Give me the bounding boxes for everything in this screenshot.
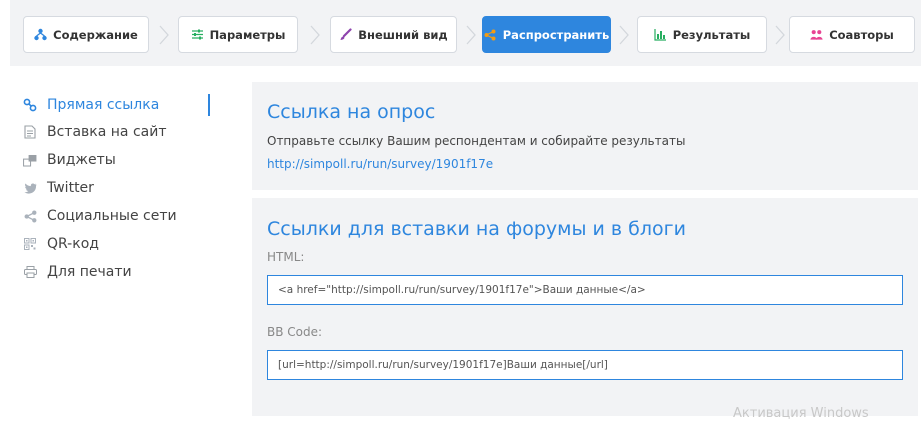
sidebar-item-twitter[interactable]: Twitter xyxy=(23,174,213,202)
step-label: Соавторы xyxy=(829,27,894,42)
bbcode-label: BB Code: xyxy=(267,325,323,339)
share-sidebar: Прямая ссылка Вставка на сайт Виджеты Tw… xyxy=(23,92,213,286)
sidebar-item-label: Социальные сети xyxy=(47,208,177,224)
sidebar-item-social[interactable]: Социальные сети xyxy=(23,202,213,230)
step-label: Распространить xyxy=(502,27,610,42)
sliders-icon xyxy=(191,28,204,41)
sidebar-item-label: Twitter xyxy=(47,180,94,196)
step-appearance[interactable]: Внешний вид xyxy=(330,16,457,53)
qr-code-icon xyxy=(23,237,37,251)
link-icon xyxy=(23,98,37,112)
chevron-right-icon xyxy=(619,25,629,45)
step-distribute[interactable]: Распространить xyxy=(482,16,611,53)
document-icon xyxy=(23,125,37,139)
sidebar-item-direct-link[interactable]: Прямая ссылка xyxy=(23,92,213,118)
sidebar-item-label: Для печати xyxy=(47,264,132,280)
sidebar-item-label: Прямая ссылка xyxy=(47,97,160,113)
sidebar-item-embed[interactable]: Вставка на сайт xyxy=(23,118,213,146)
step-coauthors[interactable]: Соавторы xyxy=(789,16,915,53)
embed-panel: Ссылки для вставки на форумы и в блоги H… xyxy=(252,198,918,416)
step-parameters[interactable]: Параметры xyxy=(178,16,298,53)
html-label: HTML: xyxy=(267,250,305,264)
share-icon xyxy=(484,28,497,41)
step-label: Содержание xyxy=(53,27,138,42)
survey-link[interactable]: http://simpoll.ru/run/survey/1901f17e xyxy=(267,157,493,171)
step-label: Внешний вид xyxy=(358,27,448,42)
widgets-icon xyxy=(23,153,37,167)
step-content[interactable]: Содержание xyxy=(23,16,149,53)
chevron-right-icon xyxy=(775,25,785,45)
bbcode-field[interactable]: [url=http://simpoll.ru/run/survey/1901f1… xyxy=(267,350,903,380)
panel-title: Ссылки для вставки на форумы и в блоги xyxy=(267,218,686,240)
twitter-icon xyxy=(23,181,37,195)
step-label: Результаты xyxy=(672,27,751,42)
sidebar-item-label: QR-код xyxy=(47,236,99,252)
step-label: Параметры xyxy=(209,27,286,42)
active-indicator xyxy=(208,94,210,116)
sidebar-item-print[interactable]: Для печати xyxy=(23,258,213,286)
users-icon xyxy=(810,28,823,41)
panel-description: Отправьте ссылку Вашим респондентам и со… xyxy=(267,134,686,148)
sidebar-item-widgets[interactable]: Виджеты xyxy=(23,146,213,174)
html-code-field[interactable]: <a href="http://simpoll.ru/run/survey/19… xyxy=(267,275,903,305)
panel-title: Ссылка на опрос xyxy=(267,101,436,123)
bar-chart-icon xyxy=(654,28,667,41)
chevron-right-icon xyxy=(466,25,476,45)
sidebar-item-label: Вставка на сайт xyxy=(47,124,167,140)
windows-activation-watermark: Активация Windows xyxy=(733,406,869,421)
printer-icon xyxy=(23,265,37,279)
sidebar-item-qr[interactable]: QR-код xyxy=(23,230,213,258)
step-bar: Содержание Параметры Внешний вид Распрос… xyxy=(10,0,921,66)
share-icon xyxy=(23,209,37,223)
step-results[interactable]: Результаты xyxy=(637,16,767,53)
sidebar-item-label: Виджеты xyxy=(47,152,116,168)
chevron-right-icon xyxy=(159,25,169,45)
chevron-right-icon xyxy=(310,25,320,45)
direct-link-panel: Ссылка на опрос Отправьте ссылку Вашим р… xyxy=(252,82,918,190)
sitemap-icon xyxy=(34,28,47,41)
brush-icon xyxy=(339,28,352,41)
